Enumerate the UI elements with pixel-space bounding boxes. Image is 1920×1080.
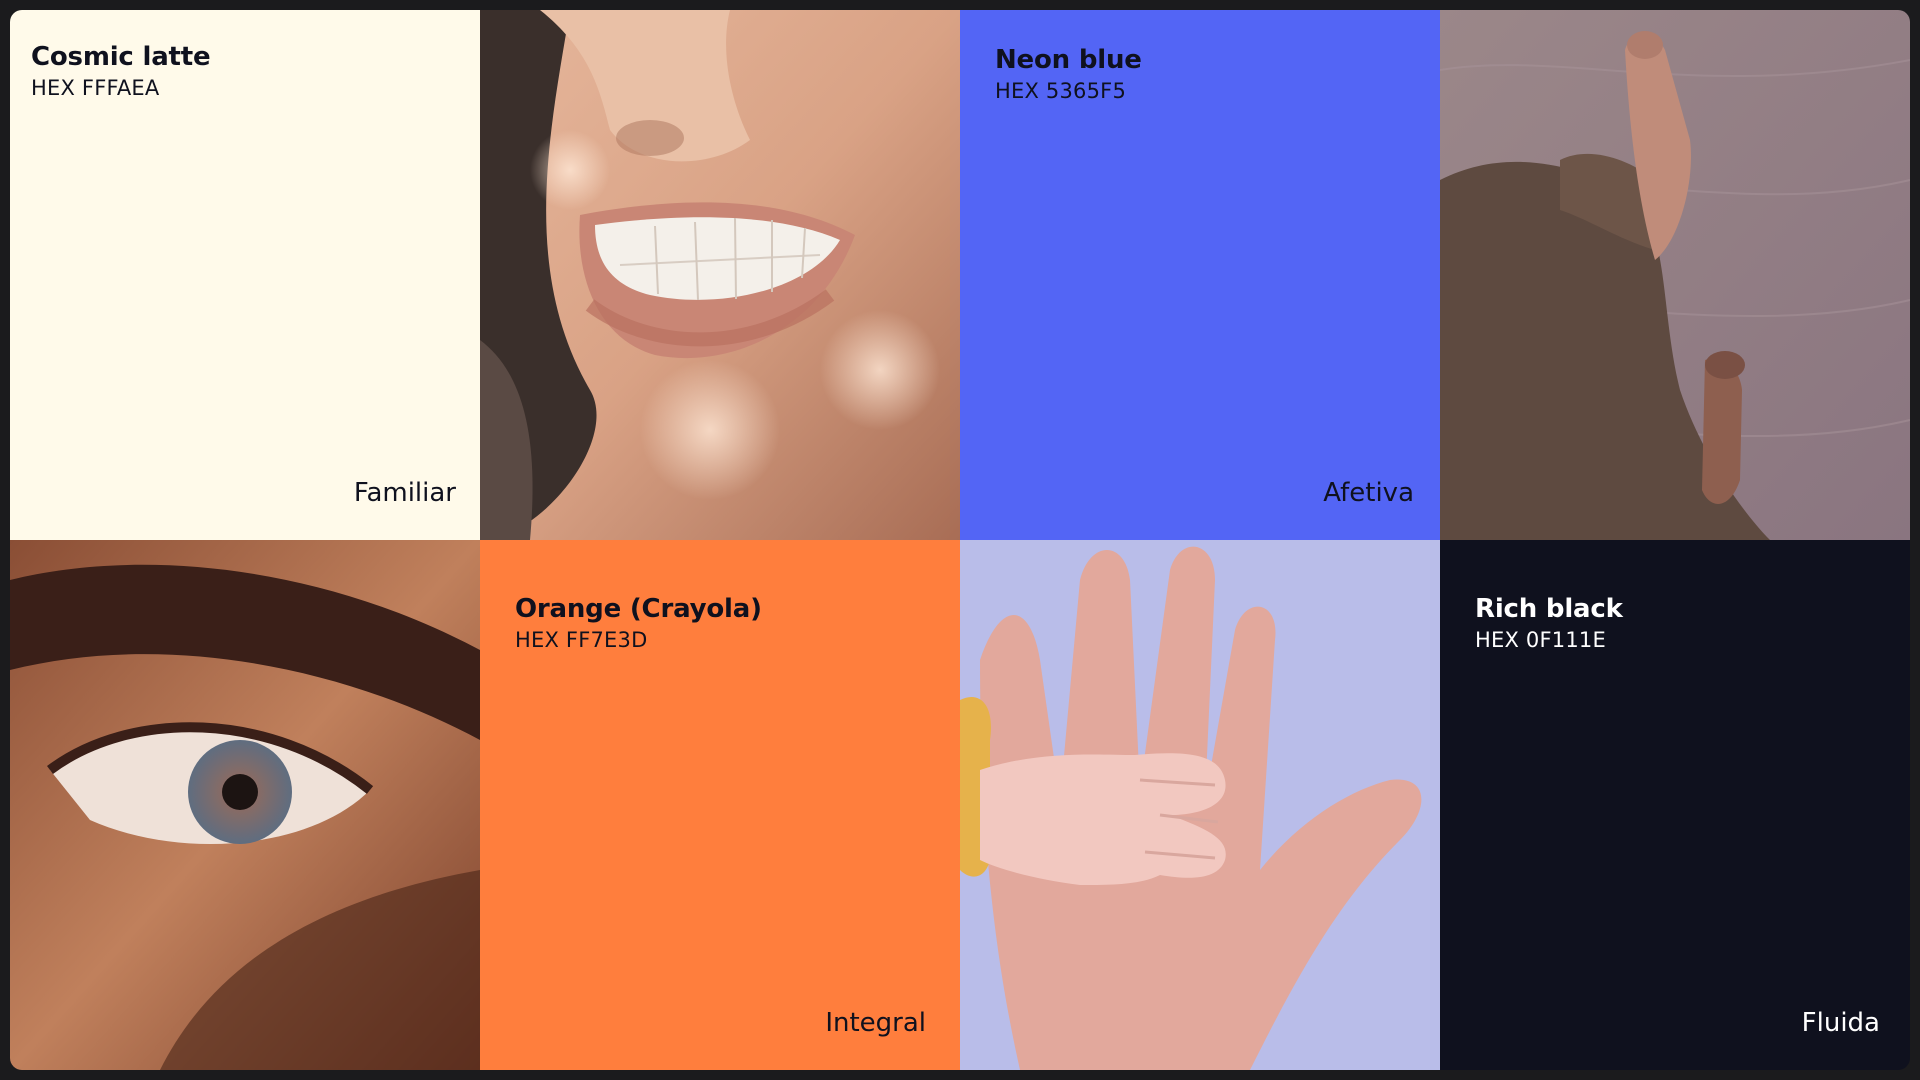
swatch-name: Neon blue bbox=[995, 45, 1142, 75]
close-up-eye-photo bbox=[10, 540, 480, 1070]
swatch-name: Orange (Crayola) bbox=[515, 594, 762, 624]
swatch-name: Rich black bbox=[1475, 594, 1623, 624]
swatch-keyword: Afetiva bbox=[1323, 478, 1414, 508]
swatch-keyword: Familiar bbox=[353, 478, 456, 508]
baby-hand-on-adult-hand-photo bbox=[960, 540, 1440, 1070]
swatch-hex: HEX 5365F5 bbox=[995, 79, 1127, 103]
color-palette-board: Cosmic latte HEX FFFAEA Familiar Neon bl… bbox=[10, 10, 1910, 1070]
bare-feet-image bbox=[1440, 10, 1910, 540]
swatch-hex: HEX 0F111E bbox=[1475, 628, 1606, 652]
smiling-mouth-image bbox=[480, 10, 960, 540]
swatch-cosmic-latte: Cosmic latte HEX FFFAEA Familiar bbox=[10, 10, 480, 540]
swatch-hex: HEX FFFAEA bbox=[31, 76, 160, 100]
swatch-hex: HEX FF7E3D bbox=[515, 628, 648, 652]
swatch-neon-blue: Neon blue HEX 5365F5 Afetiva bbox=[960, 10, 1440, 540]
swatch-rich-black: Rich black HEX 0F111E Fluida bbox=[1440, 540, 1910, 1070]
eye-image bbox=[10, 540, 480, 1070]
bare-feet-on-sand-photo bbox=[1440, 10, 1910, 540]
swatch-name: Cosmic latte bbox=[31, 42, 211, 72]
swatch-keyword: Fluida bbox=[1801, 1008, 1880, 1038]
swatch-orange-crayola: Orange (Crayola) HEX FF7E3D Integral bbox=[480, 540, 960, 1070]
hands-image bbox=[960, 540, 1440, 1070]
smiling-mouth-photo bbox=[480, 10, 960, 540]
swatch-keyword: Integral bbox=[825, 1008, 926, 1038]
